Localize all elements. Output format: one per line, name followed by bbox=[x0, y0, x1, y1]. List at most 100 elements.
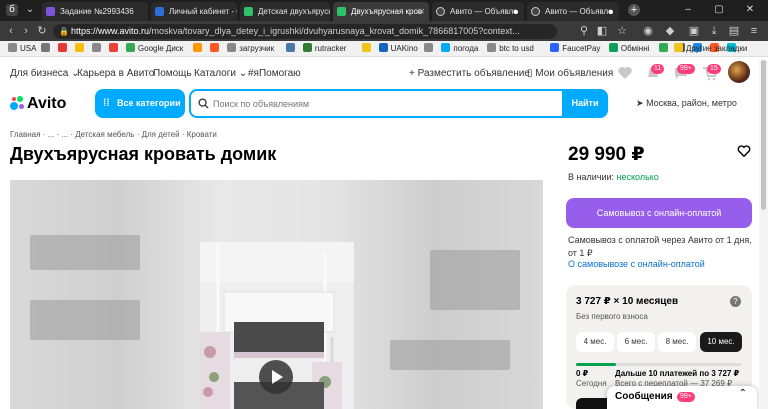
browser-tab-active[interactable]: Двухъярусная кров ✕ bbox=[333, 2, 429, 21]
my-ads-link[interactable]: ▯ Мои объявления bbox=[527, 60, 613, 88]
breadcrumb-separator: · bbox=[56, 130, 60, 139]
bookmark-item[interactable]: погода bbox=[441, 41, 478, 57]
breadcrumb-beds[interactable]: Кровати bbox=[187, 130, 217, 139]
bookmark-item[interactable] bbox=[91, 41, 104, 57]
breadcrumb-collapsed[interactable]: ... bbox=[48, 130, 55, 139]
pickup-online-payment-button[interactable]: Самовывоз с онлайн-оплатой bbox=[566, 198, 752, 228]
bookmark-favicon-icon bbox=[424, 43, 434, 52]
browser-tab[interactable]: Задание №2993436 bbox=[42, 2, 148, 21]
bookmark-favicon-icon bbox=[302, 43, 312, 52]
bookmark-item[interactable]: загрузчик bbox=[227, 41, 274, 57]
term-option-selected[interactable]: 10 мес. bbox=[700, 332, 742, 352]
bookmark-item[interactable] bbox=[361, 41, 374, 57]
bookmark-item[interactable]: btc to usd bbox=[487, 41, 534, 57]
extension-icon[interactable]: ◉ bbox=[642, 25, 654, 37]
bookmark-favicon-icon bbox=[8, 43, 17, 52]
bookmark-item[interactable] bbox=[57, 41, 70, 57]
bookmark-icon[interactable]: ☆ bbox=[616, 25, 628, 37]
bookmark-item[interactable] bbox=[40, 41, 53, 57]
bookmark-item[interactable] bbox=[193, 41, 205, 57]
all-categories-button[interactable]: ⁞⁞ Все категории bbox=[95, 89, 185, 118]
business-link[interactable]: Для бизнеса ⌄ bbox=[10, 60, 80, 88]
photo-gallery[interactable] bbox=[10, 180, 543, 409]
bookmark-item[interactable]: rutracker bbox=[302, 41, 346, 57]
location-selector[interactable]: ➤ Москва, район, метро bbox=[636, 89, 737, 118]
bookmark-item[interactable]: Google Диск bbox=[125, 41, 184, 57]
pickup-info-link[interactable]: О самовывозе с онлайн-оплатой bbox=[568, 259, 705, 269]
search-input[interactable] bbox=[213, 97, 553, 111]
favorite-heart-icon[interactable] bbox=[737, 144, 751, 158]
help-tag-link[interactable]: #яПомогаю bbox=[248, 60, 301, 88]
chevron-down-icon[interactable]: ⌄ bbox=[24, 4, 36, 16]
forward-icon[interactable]: › bbox=[20, 25, 32, 37]
bookmark-item[interactable] bbox=[108, 41, 121, 57]
find-button[interactable]: Найти bbox=[562, 89, 608, 118]
bookmark-label: Обмінні bbox=[620, 44, 650, 53]
other-bookmarks[interactable]: Другие закладки bbox=[674, 41, 747, 57]
browser-menu-icon[interactable]: б bbox=[6, 4, 18, 16]
extension-icon[interactable]: ▣ bbox=[688, 25, 700, 37]
bookmark-item[interactable] bbox=[659, 41, 671, 57]
play-video-button[interactable] bbox=[259, 360, 293, 394]
bookmark-item[interactable]: FaucetPay bbox=[550, 41, 600, 57]
term-option[interactable]: 4 мес. bbox=[576, 332, 614, 352]
breadcrumb-kids-furniture[interactable]: Детская мебель bbox=[75, 130, 134, 139]
extension-icon[interactable]: ▤ bbox=[728, 25, 740, 37]
bookmark-favicon-icon bbox=[441, 43, 451, 52]
bookmark-item[interactable] bbox=[424, 41, 436, 57]
browser-tab[interactable]: Авито — Объявле bbox=[527, 2, 619, 21]
breadcrumb-home[interactable]: Главная bbox=[10, 130, 40, 139]
availability: В наличии: несколько bbox=[568, 172, 659, 182]
tab-label: Авито — Объявле bbox=[450, 7, 518, 16]
term-option[interactable]: 6 мес. bbox=[617, 332, 655, 352]
pickup-description: Самовывоз с оплатой через Авито от 1 дня… bbox=[568, 235, 752, 258]
maximize-icon[interactable]: ▢ bbox=[713, 4, 725, 16]
browser-tab[interactable]: Личный кабинет - Об bbox=[151, 2, 237, 21]
screenshot-icon[interactable]: ◧ bbox=[596, 25, 608, 37]
breadcrumb-collapsed[interactable]: ... bbox=[61, 130, 68, 139]
user-avatar[interactable] bbox=[728, 61, 750, 83]
avito-logo[interactable]: Avito bbox=[10, 95, 66, 113]
term-option[interactable]: 8 мес. bbox=[658, 332, 696, 352]
bookmark-label: Google Диск bbox=[137, 44, 184, 53]
back-icon[interactable]: ‹ bbox=[5, 25, 17, 37]
page-scrollbar[interactable] bbox=[759, 60, 768, 409]
favorites-heart-icon[interactable] bbox=[617, 65, 633, 81]
bookmark-item[interactable] bbox=[74, 41, 87, 57]
breadcrumb-separator: · bbox=[136, 130, 140, 139]
browser-tab[interactable]: Детская двухъярусна bbox=[240, 2, 330, 21]
browser-tab[interactable]: Авито — Объявле bbox=[432, 2, 524, 21]
catalogs-link[interactable]: Каталоги ⌄ bbox=[194, 60, 247, 88]
extension-icon[interactable]: ⚲ bbox=[578, 25, 590, 37]
bookmark-item[interactable] bbox=[285, 41, 298, 57]
menu-icon[interactable]: ≡ bbox=[748, 25, 760, 37]
catalogs-label: Каталоги bbox=[194, 68, 236, 79]
download-icon[interactable]: ⤓ bbox=[708, 25, 720, 37]
reload-icon[interactable]: ↻ bbox=[36, 25, 48, 37]
bookmarks-bar: Обмінні FaucetPay btc to usd погода UAKino ru… bbox=[0, 41, 768, 57]
post-ad-link[interactable]: + Разместить объявление bbox=[409, 60, 530, 88]
address-bar[interactable]: 🔒 https://www.avito.ru/moskva/tovary_dly… bbox=[53, 24, 557, 39]
installment-progress-fill bbox=[576, 363, 616, 366]
help-link[interactable]: Помощь bbox=[153, 60, 192, 88]
bookmark-item[interactable] bbox=[210, 41, 222, 57]
messages-panel[interactable]: Сообщения 99+ ⌃ bbox=[607, 386, 757, 409]
all-categories-label: Все категории bbox=[117, 98, 181, 108]
bookmark-item[interactable]: Обмінні bbox=[608, 41, 650, 57]
scrollbar-thumb[interactable] bbox=[761, 60, 766, 210]
career-link[interactable]: Карьера в Авито bbox=[77, 60, 154, 88]
tab-label: Двухъярусная кров bbox=[351, 7, 423, 16]
help-icon[interactable]: ? bbox=[730, 296, 741, 307]
chevron-up-icon[interactable]: ⌃ bbox=[739, 388, 747, 399]
url-domain: https://www.avito.ru bbox=[71, 26, 150, 36]
location-label: Москва, район, метро bbox=[646, 98, 737, 108]
close-icon[interactable]: ✕ bbox=[418, 2, 425, 21]
extension-icon[interactable]: ◆ bbox=[664, 25, 676, 37]
bookmark-item[interactable]: UAKino bbox=[378, 41, 418, 57]
window-close-icon[interactable]: ✕ bbox=[744, 4, 756, 16]
breadcrumb-separator: · bbox=[181, 130, 185, 139]
new-tab-button[interactable]: + bbox=[628, 4, 640, 16]
breadcrumb-for-kids[interactable]: Для детей bbox=[142, 130, 180, 139]
minimize-icon[interactable]: – bbox=[682, 4, 694, 16]
bookmark-item[interactable]: USA bbox=[8, 41, 36, 57]
